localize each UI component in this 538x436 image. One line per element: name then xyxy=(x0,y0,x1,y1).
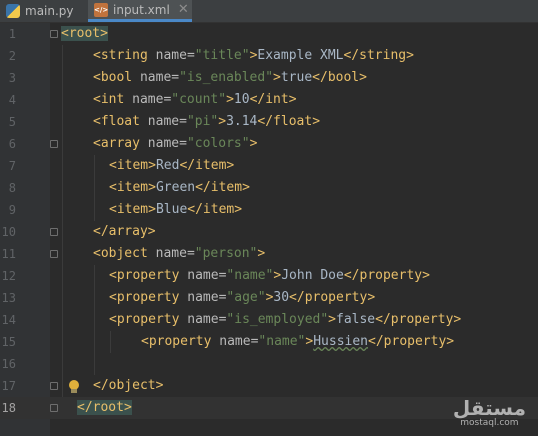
code-line[interactable]: 1 <root> xyxy=(0,23,538,45)
line-number: 6 xyxy=(8,137,16,151)
code-text[interactable]: </object> xyxy=(93,375,163,397)
line-number: 9 xyxy=(8,203,16,217)
code-line[interactable]: 11 <object name="person"> xyxy=(0,243,538,265)
line-number: 11 xyxy=(1,247,16,261)
code-text[interactable]: <item>Blue</item> xyxy=(109,199,242,221)
tab-input-xml[interactable]: </> input.xml ✕ xyxy=(88,0,192,22)
line-number: 15 xyxy=(1,335,16,349)
python-file-icon xyxy=(6,4,20,18)
indent-guide xyxy=(94,155,95,221)
fold-marker-icon[interactable] xyxy=(50,140,58,148)
code-line[interactable]: 14 <property name="is_employed">false</pr… xyxy=(0,309,538,331)
code-line[interactable]: 2 <string name="title">Example XML</strin… xyxy=(0,45,538,67)
line-number: 3 xyxy=(8,71,16,85)
code-text[interactable]: </root> xyxy=(77,397,132,419)
close-tab-icon[interactable]: ✕ xyxy=(178,2,189,17)
line-number: 16 xyxy=(1,357,16,371)
code-line[interactable]: 10 </array> xyxy=(0,221,538,243)
code-line[interactable]: 7 <item>Red</item> xyxy=(0,155,538,177)
tab-main-py[interactable]: main.py xyxy=(0,0,86,22)
code-text[interactable]: <item>Green</item> xyxy=(109,177,250,199)
code-text[interactable]: <property name="name">John Doe</property… xyxy=(109,265,430,287)
lightbulb-icon[interactable] xyxy=(68,380,80,394)
code-text[interactable]: <bool name="is_enabled">true</bool> xyxy=(93,67,367,89)
fold-marker-icon[interactable] xyxy=(50,30,58,38)
line-number: 8 xyxy=(8,181,16,195)
code-text[interactable]: <property name="is_employed">false</prop… xyxy=(109,309,461,331)
line-number: 12 xyxy=(1,269,16,283)
code-text[interactable]: <string name="title">Example XML</string… xyxy=(93,45,414,67)
indent-guide xyxy=(110,331,111,353)
line-number: 7 xyxy=(8,159,16,173)
code-text[interactable]: <item>Red</item> xyxy=(109,155,234,177)
fold-marker-icon[interactable] xyxy=(50,250,58,258)
code-line[interactable]: 17 </object> xyxy=(0,375,538,397)
code-line[interactable]: 6 <array name="colors"> xyxy=(0,133,538,155)
code-text[interactable]: <property name="age">30</property> xyxy=(109,287,375,309)
xml-file-icon: </> xyxy=(94,2,108,17)
line-number: 18 xyxy=(1,401,16,415)
watermark: مستقل mostaql.com xyxy=(453,398,526,428)
tab-label: input.xml xyxy=(113,2,170,17)
code-text[interactable]: <float name="pi">3.14</float> xyxy=(93,111,320,133)
indent-guide xyxy=(62,45,63,397)
code-line[interactable]: 15 <property name="name">Hussien</propert… xyxy=(0,331,538,353)
code-text[interactable]: <root> xyxy=(61,23,108,45)
line-number: 17 xyxy=(1,379,16,393)
code-line[interactable]: 3 <bool name="is_enabled">true</bool> xyxy=(0,67,538,89)
code-line[interactable]: 5 <float name="pi">3.14</float> xyxy=(0,111,538,133)
watermark-latin: mostaql.com xyxy=(460,418,519,428)
fold-marker-icon[interactable] xyxy=(50,404,58,412)
fold-marker-icon[interactable] xyxy=(50,228,58,236)
line-number: 4 xyxy=(8,93,16,107)
tab-label: main.py xyxy=(25,4,74,18)
line-number: 1 xyxy=(8,27,16,41)
line-number: 10 xyxy=(1,225,16,239)
code-line[interactable]: 12 <property name="name">John Doe</proper… xyxy=(0,265,538,287)
watermark-arabic: مستقل xyxy=(452,396,526,420)
fold-marker-icon[interactable] xyxy=(50,382,58,390)
code-text[interactable]: </array> xyxy=(93,221,156,243)
code-line[interactable]: 9 <item>Blue</item> xyxy=(0,199,538,221)
code-line[interactable]: 4 <int name="count">10</int> xyxy=(0,89,538,111)
indent-guide xyxy=(94,265,95,375)
code-text[interactable]: <object name="person"> xyxy=(93,243,265,265)
code-text[interactable]: <property name="name">Hussien</property> xyxy=(141,331,454,353)
line-number: 14 xyxy=(1,313,16,327)
line-number: 2 xyxy=(8,49,16,63)
line-number: 5 xyxy=(8,115,16,129)
editor-tab-bar: main.py </> input.xml ✕ xyxy=(0,0,538,23)
code-line[interactable]: 8 <item>Green</item> xyxy=(0,177,538,199)
line-number: 13 xyxy=(1,291,16,305)
code-line[interactable]: 16 xyxy=(0,353,538,375)
code-text[interactable]: <array name="colors"> xyxy=(93,133,257,155)
code-text[interactable]: <int name="count">10</int> xyxy=(93,89,297,111)
code-line[interactable]: 13 <property name="age">30</property> xyxy=(0,287,538,309)
